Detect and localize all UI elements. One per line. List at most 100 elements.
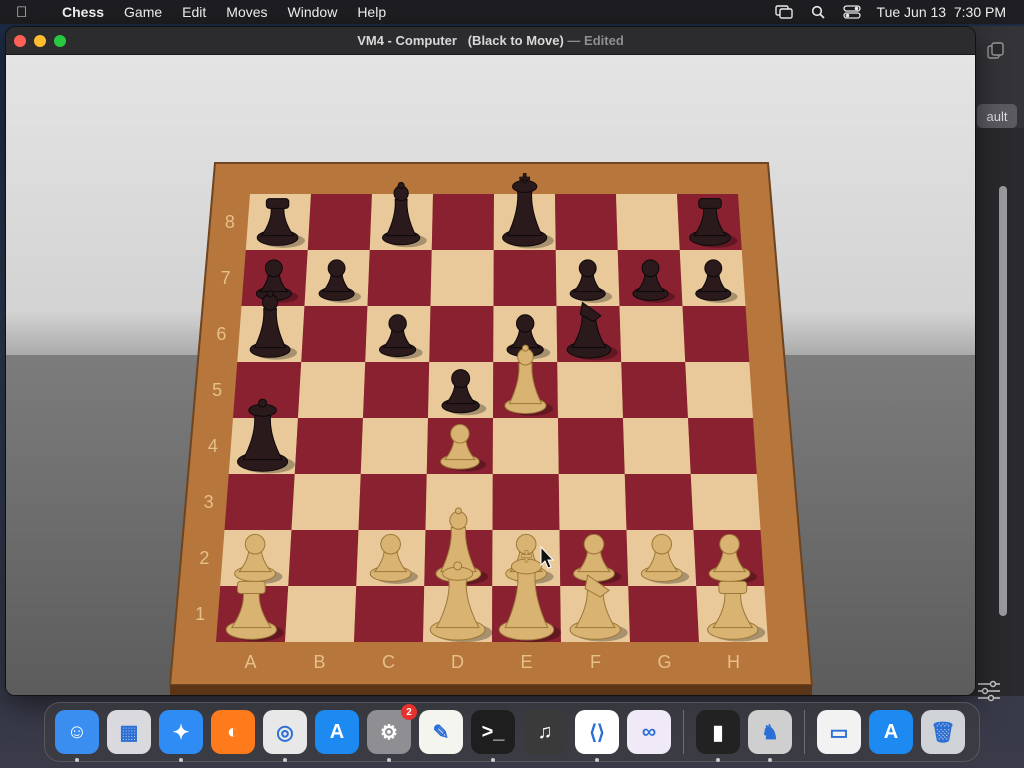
menubar-clock[interactable]: Tue Jun 13 7:30 PM [877,4,1006,20]
control-center-icon[interactable] [842,5,861,19]
textedit-icon[interactable]: ✎ [419,710,463,754]
scrollbar[interactable] [999,186,1007,616]
rank-label: 1 [195,604,205,624]
board-square-b2[interactable] [288,530,359,586]
window-titlebar[interactable]: VM4 - Computer (Black to Move) — Edited [6,27,975,55]
board-square-g3[interactable] [624,474,694,530]
screenshot-window-icon[interactable]: ▭ [817,710,861,754]
menu-edit[interactable]: Edit [172,4,216,20]
app-store-icon[interactable]: A [315,710,359,754]
vscode-icon[interactable]: ⟨⟩ [575,710,619,762]
default-button[interactable]: ault [977,104,1017,128]
board-square-f8[interactable] [555,194,618,250]
menu-game[interactable]: Game [114,4,172,20]
running-indicator [716,758,720,762]
board-square-a3[interactable] [224,474,295,530]
board-square-g1[interactable] [628,586,699,642]
sliders-icon[interactable] [977,680,1001,702]
running-indicator [179,758,183,762]
chess-window: VM4 - Computer (Black to Move) — Edited … [5,26,976,696]
menu-bar:  Chess Game Edit Moves Window Help Tue … [0,0,1024,24]
menu-app-name[interactable]: Chess [52,4,114,20]
board-square-h4[interactable] [688,418,757,474]
menu-help[interactable]: Help [347,4,396,20]
window-title-separator: — [567,33,581,48]
screen-mirroring-icon[interactable] [774,5,793,19]
window-title-status: Edited [584,33,624,48]
board-square-g6[interactable] [619,306,686,362]
board-square-b5[interactable] [298,362,366,418]
board-square-c5[interactable] [363,362,430,418]
board-square-e4[interactable] [492,418,559,474]
rank-label: 8 [225,212,235,232]
board-square-g4[interactable] [623,418,691,474]
running-indicator [387,758,391,762]
board-square-h6[interactable] [682,306,750,362]
board-square-d8[interactable] [431,194,494,250]
board-square-h5[interactable] [685,362,753,418]
dock-separator [683,710,684,754]
board-square-g8[interactable] [616,194,680,250]
board-square-f3[interactable] [558,474,627,530]
file-label: A [244,652,256,672]
board-square-c7[interactable] [367,250,432,306]
file-label: B [313,652,325,672]
board-square-f5[interactable] [557,362,623,418]
notification-badge: 2 [401,704,417,720]
board-square-d7[interactable] [430,250,494,306]
chess-icon[interactable]: ♞ [748,710,792,762]
board-square-b8[interactable] [307,194,372,250]
apple-logo-icon[interactable]:  [16,4,38,21]
board-square-c4[interactable] [360,418,428,474]
visual-studio-icon[interactable]: ∞ [627,710,671,754]
board-square-c1[interactable] [354,586,425,642]
terminal-icon[interactable]: >_ [471,710,515,762]
trash-icon[interactable]: 🗑 [921,710,965,754]
minimize-window-button[interactable] [34,35,46,47]
zoom-window-button[interactable] [54,35,66,47]
file-label: D [451,652,464,672]
board-square-e3[interactable] [492,474,560,530]
board-square-b1[interactable] [285,586,357,642]
chess-scene: 8 7 6 5 4 3 2 1 A B C D E F G H [6,55,976,696]
app-store-downloads-icon[interactable]: A [869,710,913,754]
board-square-f4[interactable] [558,418,625,474]
window-title: VM4 - Computer (Black to Move) — Edited [357,33,624,48]
firefox-icon[interactable]: ◐ [211,710,255,754]
spotlight-search-icon[interactable] [809,5,827,19]
garageband-icon[interactable]: ♫ [523,710,567,754]
rank-label: 3 [204,492,214,512]
copy-icon[interactable] [987,42,1005,60]
finder-icon[interactable]: ☺ [55,710,99,762]
launchpad-icon[interactable]: ▦ [107,710,151,754]
board-square-d6[interactable] [429,306,494,362]
board-square-h3[interactable] [690,474,761,530]
board-square-g5[interactable] [621,362,688,418]
rank-label: 5 [212,380,222,400]
board-square-e7[interactable] [493,250,557,306]
board-square-c3[interactable] [358,474,427,530]
running-indicator [75,758,79,762]
file-label: C [382,652,395,672]
rank-label: 4 [208,436,218,456]
board-square-b4[interactable] [294,418,363,474]
menu-moves[interactable]: Moves [216,4,277,20]
file-label: G [657,652,671,672]
piano-icon[interactable]: ▮ [696,710,740,762]
rank-label: 2 [199,548,209,568]
rank-label: 6 [216,324,226,344]
menu-window[interactable]: Window [278,4,348,20]
file-label: H [727,652,740,672]
chrome-icon[interactable]: ◎ [263,710,307,762]
file-label: E [520,652,532,672]
board-square-b3[interactable] [291,474,361,530]
running-indicator [491,758,495,762]
board-square-b6[interactable] [301,306,368,362]
chess-board[interactable]: 8 7 6 5 4 3 2 1 A B C D E F G H [6,55,976,696]
rank-label: 7 [221,268,231,288]
running-indicator [768,758,772,762]
system-settings-icon[interactable]: ⚙ 2 [367,704,417,762]
close-window-button[interactable] [14,35,26,47]
safari-icon[interactable]: ✦ [159,710,203,762]
running-indicator [283,758,287,762]
